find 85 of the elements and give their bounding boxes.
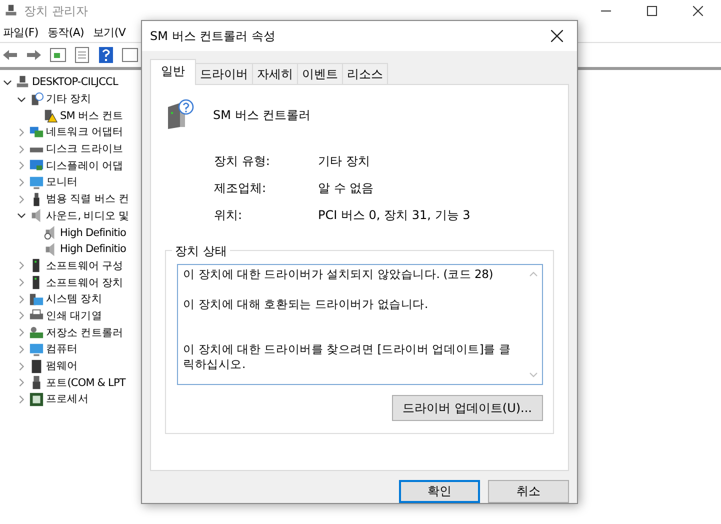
dialog-button[interactable]: 확인 bbox=[399, 480, 480, 503]
left-arrow-icon bbox=[2, 49, 18, 61]
tree-item[interactable]: 모니터 bbox=[46, 175, 78, 190]
chevron-right-icon[interactable] bbox=[17, 378, 26, 388]
chevron-right-icon[interactable] bbox=[17, 362, 26, 371]
tab[interactable]: 일반 bbox=[150, 59, 196, 85]
chevron-down-icon[interactable] bbox=[3, 78, 12, 87]
status-message: 이 장치에 대해 호환되는 드라이버가 없습니다. bbox=[183, 297, 429, 312]
tree-item[interactable]: 인쇄 대기열 bbox=[46, 308, 102, 323]
chevron-right-icon[interactable] bbox=[17, 294, 26, 304]
device-icon bbox=[29, 292, 44, 307]
help-icon bbox=[99, 47, 113, 63]
property-label: 장치 유형: bbox=[214, 153, 271, 170]
menu-item[interactable]: 보기(V bbox=[93, 24, 126, 40]
chevron-right-icon[interactable] bbox=[17, 128, 26, 137]
status-text-box[interactable]: 이 장치에 대한 드라이버가 설치되지 않았습니다. (코드 28) 이 장치에 대해 호환되는 드라이버가 없습니다. 이 장치에 대한 드라이버를 찾으려면 [드라이버 업데이트]를 클릭하십시오. bbox=[177, 264, 543, 385]
property-value: 알 수 없음 bbox=[318, 180, 375, 197]
scroll-down-icon[interactable] bbox=[529, 370, 538, 379]
close-icon bbox=[551, 30, 563, 42]
device-icon bbox=[29, 92, 44, 107]
tree-item[interactable]: 소프트웨어 장치 bbox=[46, 276, 124, 290]
chevron-right-icon[interactable] bbox=[17, 161, 26, 170]
tree-item[interactable]: 사운드, 비디오 및 bbox=[46, 208, 130, 223]
window-icon bbox=[122, 48, 138, 62]
device-icon bbox=[29, 325, 44, 340]
tree-item[interactable]: 소프트웨어 구성 bbox=[46, 258, 124, 273]
document-icon bbox=[75, 47, 89, 63]
tree-item[interactable]: 범용 직렬 버스 컨 bbox=[46, 192, 130, 206]
tree-item[interactable]: 펌웨어 bbox=[46, 359, 78, 374]
chevron-right-icon[interactable] bbox=[17, 344, 26, 354]
menu-item[interactable]: 파일(F) bbox=[3, 24, 38, 40]
property-value: 기타 장치 bbox=[318, 153, 371, 170]
unknown-device-icon bbox=[165, 99, 195, 131]
chevron-down-icon[interactable] bbox=[17, 211, 26, 220]
group-title: 장치 상태 bbox=[172, 243, 230, 260]
device-icon bbox=[29, 358, 44, 374]
tree-item[interactable]: 디스플레이 어댑 bbox=[46, 158, 124, 173]
device-icon bbox=[15, 74, 30, 90]
right-arrow-icon bbox=[26, 49, 42, 61]
status-message: 이 장치에 대한 드라이버가 설치되지 않았습니다. (코드 28) bbox=[183, 267, 494, 282]
chevron-right-icon[interactable] bbox=[17, 194, 26, 204]
tab[interactable]: 리소스 bbox=[342, 63, 388, 85]
dialog-title: SM 버스 컨트롤러 속성 bbox=[150, 28, 276, 44]
dialog-button[interactable]: 취소 bbox=[488, 480, 569, 503]
device-icon bbox=[29, 124, 44, 140]
chevron-right-icon[interactable] bbox=[17, 328, 26, 338]
computer-icon bbox=[4, 4, 18, 18]
tree-item[interactable]: SM 버스 컨트 bbox=[60, 108, 124, 123]
chevron-right-icon[interactable] bbox=[17, 278, 26, 288]
list-button[interactable] bbox=[72, 45, 92, 65]
properties-button[interactable] bbox=[48, 45, 68, 65]
view-button[interactable] bbox=[120, 45, 140, 65]
close-icon bbox=[693, 6, 703, 16]
tree-item[interactable]: 컴퓨터 bbox=[46, 342, 78, 356]
device-icon bbox=[29, 174, 44, 190]
chevron-right-icon[interactable] bbox=[17, 144, 26, 154]
window-title: 장치 관리자 bbox=[24, 2, 88, 20]
maximize-icon bbox=[647, 6, 657, 16]
tree-item[interactable]: 디스크 드라이브 bbox=[46, 142, 124, 156]
tree-item[interactable]: DESKTOP-CILJCCL bbox=[32, 76, 118, 88]
tree-item[interactable]: 프로세서 bbox=[46, 392, 88, 406]
window-icon bbox=[50, 48, 66, 62]
property-label: 제조업체: bbox=[214, 180, 268, 197]
device-name: SM 버스 컨트롤러 bbox=[213, 106, 311, 124]
status-message: 이 장치에 대한 드라이버를 찾으려면 [드라이버 업데이트]를 클릭하십시오. bbox=[183, 342, 512, 372]
help-button[interactable] bbox=[96, 45, 116, 65]
tree-item[interactable]: 포트(COM & LPT bbox=[46, 376, 126, 390]
property-label: 위치: bbox=[214, 207, 244, 224]
menu-item[interactable]: 동작(A) bbox=[47, 24, 84, 40]
tree-item[interactable]: High Definitio bbox=[60, 243, 126, 256]
property-value: PCI 버스 0, 장치 31, 기능 3 bbox=[318, 207, 472, 224]
device-icon bbox=[29, 392, 44, 407]
chevron-right-icon[interactable] bbox=[17, 261, 26, 270]
chevron-right-icon[interactable] bbox=[17, 311, 26, 320]
tree-item[interactable]: High Definitio bbox=[60, 226, 126, 239]
tree-item[interactable]: 네트워크 어댑터 bbox=[46, 125, 124, 140]
chevron-down-icon[interactable] bbox=[17, 94, 26, 104]
device-icon bbox=[29, 342, 44, 357]
tree-item[interactable]: 시스템 장치 bbox=[46, 292, 102, 306]
chevron-right-icon[interactable] bbox=[17, 178, 26, 187]
chevron-right-icon[interactable] bbox=[17, 394, 26, 404]
update-driver-button[interactable]: 드라이버 업데이트(U)... bbox=[392, 395, 543, 421]
scroll-up-icon[interactable] bbox=[529, 270, 538, 279]
tree-item[interactable]: 저장소 컨트롤러 bbox=[46, 326, 124, 340]
tree-item[interactable]: 기타 장치 bbox=[46, 92, 92, 106]
